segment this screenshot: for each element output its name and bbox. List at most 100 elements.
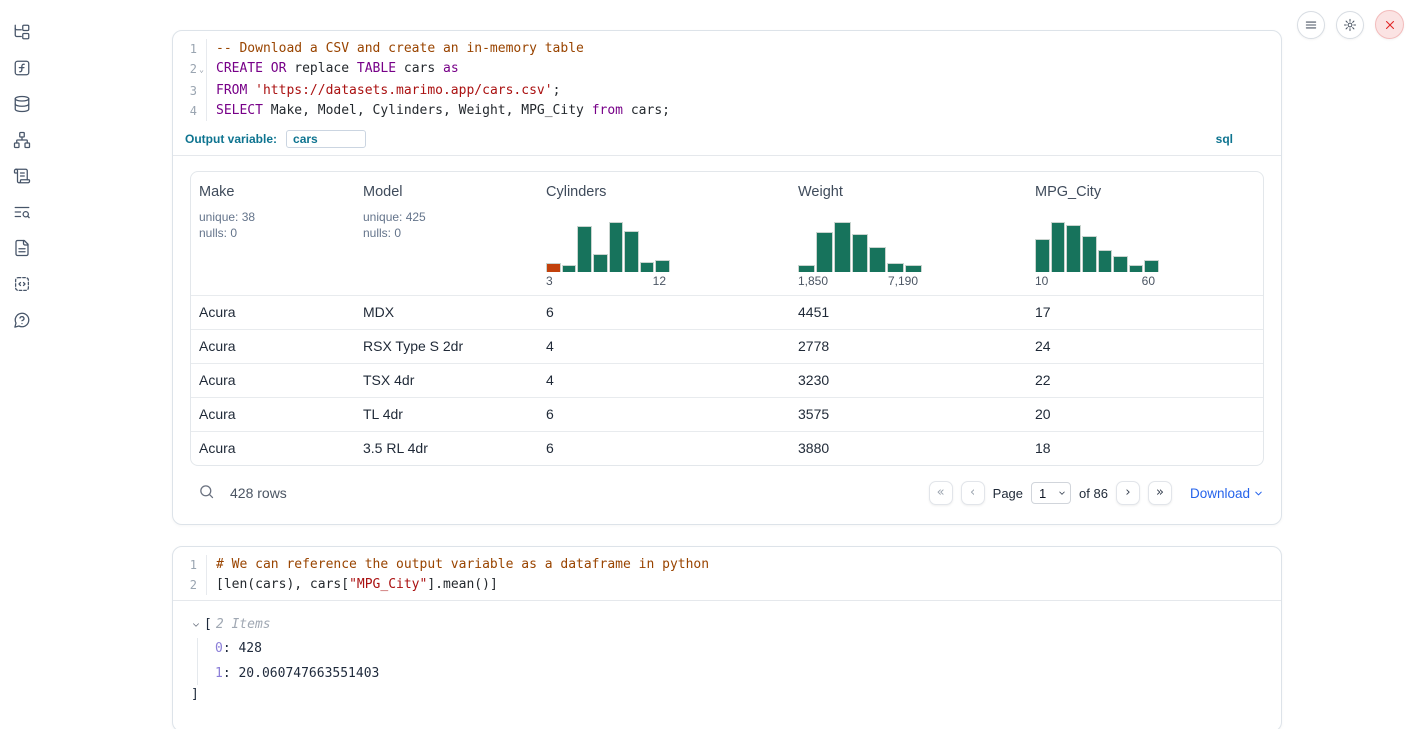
axis-min-label: 1,850 [798, 274, 828, 288]
column-header-mpg-city[interactable]: MPG_City 10 60 [1027, 172, 1263, 295]
menu-icon[interactable] [1297, 11, 1325, 39]
snippets-icon[interactable] [10, 272, 34, 296]
fold-spacer [197, 575, 207, 595]
column-header-make[interactable]: Make unique: 38 nulls: 0 [191, 172, 355, 295]
histogram-bar[interactable] [798, 265, 815, 272]
column-label[interactable]: Model [363, 184, 403, 200]
table-row: Acura RSX Type S 2dr 4 2778 24 [191, 329, 1263, 363]
cell-mpg-city: 17 [1027, 296, 1263, 329]
dependency-graph-icon[interactable] [10, 128, 34, 152]
page-label: Page [993, 486, 1023, 501]
database-icon[interactable] [10, 92, 34, 116]
cell-weight: 3575 [790, 398, 1027, 431]
line-number: 2 [173, 59, 197, 81]
stat-unique: unique: 425 [363, 209, 426, 225]
histogram-bar[interactable] [546, 263, 561, 273]
column-label[interactable]: Weight [798, 184, 843, 200]
code-text[interactable]: -- Download a CSV and create an in-memor… [216, 39, 584, 59]
code-line[interactable]: 2⌄ CREATE OR replace TABLE cars as [173, 59, 1281, 81]
next-page-button[interactable]: › [1116, 481, 1140, 505]
helper-sidebar [0, 0, 44, 729]
tree-item: 1: 20.060747663551403 [215, 663, 1263, 685]
column-stats: unique: 38 nulls: 0 [199, 209, 255, 241]
code-text[interactable]: SELECT Make, Model, Cylinders, Weight, M… [216, 101, 670, 121]
document-icon[interactable] [10, 236, 34, 260]
fold-chevron-icon[interactable]: ⌄ [197, 59, 207, 81]
histogram-bar[interactable] [1082, 236, 1097, 272]
column-label[interactable]: Cylinders [546, 184, 606, 200]
histogram-bar[interactable] [1066, 225, 1081, 273]
column-label[interactable]: Make [199, 184, 234, 200]
code-line[interactable]: 4SELECT Make, Model, Cylinders, Weight, … [173, 101, 1281, 121]
collapse-chevron-icon[interactable] [191, 620, 203, 630]
histogram-bar[interactable] [1144, 260, 1159, 273]
download-label: Download [1190, 486, 1250, 501]
output-variable-input[interactable] [286, 130, 366, 148]
code-line[interactable]: 1-- Download a CSV and create an in-memo… [173, 39, 1281, 59]
histogram-bar[interactable] [562, 265, 577, 272]
histogram-bar[interactable] [834, 222, 851, 272]
fold-spacer [197, 39, 207, 59]
code-text[interactable]: [len(cars), cars["MPG_City"].mean()] [216, 575, 498, 595]
log-search-icon[interactable] [10, 200, 34, 224]
cell-make: Acura [191, 330, 355, 363]
search-icon[interactable] [196, 483, 216, 503]
settings-gear-icon[interactable] [1336, 11, 1364, 39]
histogram-bar[interactable] [869, 247, 886, 273]
code-text[interactable]: CREATE OR replace TABLE cars as [216, 59, 459, 81]
histogram-bar[interactable] [624, 231, 639, 273]
item-separator: : [223, 641, 239, 656]
page-total-label: of 86 [1079, 486, 1108, 501]
scroll-icon[interactable] [10, 164, 34, 188]
code-line[interactable]: 3FROM 'https://datasets.marimo.app/cars.… [173, 81, 1281, 101]
item-key: 1 [215, 666, 223, 681]
histogram-bar[interactable] [852, 234, 869, 272]
table-header-row: Make unique: 38 nulls: 0 Model unique: 4… [191, 172, 1263, 295]
help-icon[interactable] [10, 308, 34, 332]
function-square-icon[interactable] [10, 56, 34, 80]
column-header-cylinders[interactable]: Cylinders 3 12 [538, 172, 790, 295]
cylinders-histogram[interactable]: 3 12 [546, 222, 670, 288]
item-separator: : [223, 666, 239, 681]
items-count: 2 Items [216, 615, 271, 635]
column-header-model[interactable]: Model unique: 425 nulls: 0 [355, 172, 538, 295]
cell-mpg-city: 22 [1027, 364, 1263, 397]
table-row: Acura TSX 4dr 4 3230 22 [191, 363, 1263, 397]
histogram-bar[interactable] [1035, 239, 1050, 272]
histogram-bar[interactable] [577, 226, 592, 273]
cell-weight: 4451 [790, 296, 1027, 329]
table-footer: 428 rows « ‹ Page 1 of 86 › » Dow [190, 476, 1264, 510]
histogram-bar[interactable] [905, 265, 922, 272]
prev-page-button[interactable]: ‹ [961, 481, 985, 505]
mpg-city-histogram[interactable]: 10 60 [1035, 222, 1159, 288]
axis-max-label: 60 [1142, 274, 1155, 288]
fold-spacer [197, 555, 207, 575]
code-line[interactable]: 1# We can reference the output variable … [173, 555, 1281, 575]
histogram-axis-labels: 3 12 [546, 274, 670, 288]
code-text[interactable]: # We can reference the output variable a… [216, 555, 709, 575]
column-header-weight[interactable]: Weight 1,850 7,190 [790, 172, 1027, 295]
histogram-bar[interactable] [1113, 256, 1128, 272]
download-button[interactable]: Download [1190, 486, 1264, 501]
weight-histogram[interactable]: 1,850 7,190 [798, 222, 922, 288]
histogram-bar[interactable] [887, 263, 904, 272]
code-line[interactable]: 2[len(cars), cars["MPG_City"].mean()] [173, 575, 1281, 595]
histogram-bar[interactable] [816, 232, 833, 272]
histogram-bar[interactable] [655, 260, 670, 273]
file-tree-icon[interactable] [10, 20, 34, 44]
first-page-button[interactable]: « [929, 481, 953, 505]
sql-code-editor[interactable]: 1-- Download a CSV and create an in-memo… [173, 31, 1281, 126]
last-page-button[interactable]: » [1148, 481, 1172, 505]
code-text[interactable]: FROM 'https://datasets.marimo.app/cars.c… [216, 81, 560, 101]
histogram-axis-labels: 10 60 [1035, 274, 1159, 288]
histogram-bar[interactable] [1051, 222, 1066, 272]
histogram-bar[interactable] [593, 254, 608, 273]
shutdown-close-icon[interactable] [1375, 10, 1404, 39]
page-select[interactable]: 1 [1031, 482, 1071, 504]
histogram-bar[interactable] [1129, 265, 1144, 273]
histogram-bar[interactable] [609, 222, 624, 272]
python-code-editor[interactable]: 1# We can reference the output variable … [173, 547, 1281, 600]
histogram-bar[interactable] [1098, 250, 1113, 273]
column-label[interactable]: MPG_City [1035, 184, 1101, 200]
histogram-bar[interactable] [640, 262, 655, 272]
